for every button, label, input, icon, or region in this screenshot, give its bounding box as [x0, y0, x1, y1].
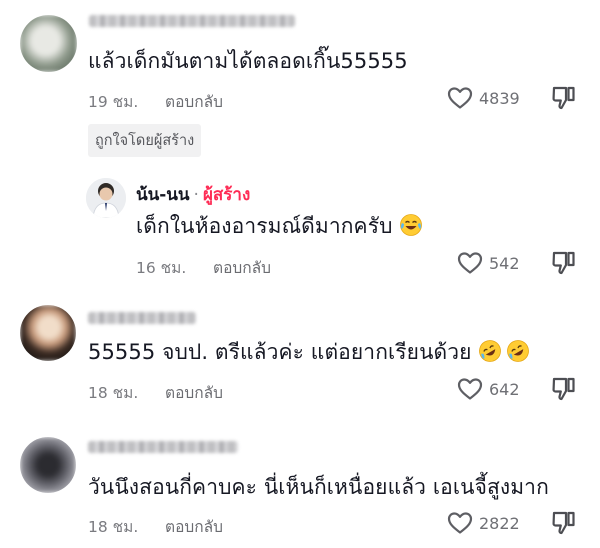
- rolling-on-floor-laughing-emoji: [507, 340, 530, 362]
- reply-button[interactable]: ตอบกลับ: [165, 380, 223, 405]
- rolling-on-floor-laughing-emoji: [479, 340, 502, 362]
- like-count: 642: [489, 379, 520, 399]
- creator-avatar-image: [86, 178, 126, 218]
- reply-text: เด็กในห้องอารมณ์ดีมากครับ: [136, 214, 393, 238]
- tears-of-joy-emoji: [400, 214, 423, 236]
- heart-outline-icon: [457, 252, 483, 274]
- like-button[interactable]: 4839: [447, 86, 520, 110]
- reply-text-line: เด็กในห้องอารมณ์ดีมากครับ: [136, 210, 423, 243]
- thumbs-down-icon[interactable]: [551, 85, 577, 111]
- comment-text: แล้วเด็กมันตามได้ตลอดเกิ๊น55555: [88, 49, 408, 73]
- comment-time: 18 ชม.: [88, 384, 139, 402]
- like-count: 4839: [479, 88, 520, 108]
- reply-button[interactable]: ตอบกลับ: [165, 514, 223, 539]
- commenter-name-blurred[interactable]: [88, 312, 196, 324]
- like-count: 2822: [479, 513, 520, 533]
- creator-name-line[interactable]: น้น-นน · ผู้สร้าง: [136, 181, 250, 208]
- heart-outline-icon: [457, 378, 483, 400]
- thumbs-down-icon[interactable]: [551, 376, 577, 402]
- comment-text: 55555 จบป. ตรีแล้วค่ะ แต่อยากเรียนด้วย: [88, 340, 472, 364]
- reply-button[interactable]: ตอบกลับ: [213, 255, 271, 280]
- reply-button[interactable]: ตอบกลับ: [165, 89, 223, 114]
- like-button[interactable]: 2822: [447, 511, 520, 535]
- commenter-avatar[interactable]: [20, 305, 76, 361]
- commenter-avatar[interactable]: [20, 15, 77, 72]
- comment-text: วันนึงสอนกี่คาบคะ นี่เห็นก็เหนื่อยแล้ว เ…: [88, 475, 549, 499]
- creator-tag: ผู้สร้าง: [202, 185, 251, 205]
- separator-dot: ·: [193, 185, 199, 205]
- like-button[interactable]: 642: [457, 377, 520, 401]
- liked-by-creator-badge: ถูกใจโดยผู้สร้าง: [88, 124, 202, 157]
- comment-time: 19 ชม.: [88, 93, 139, 111]
- commenter-name-blurred[interactable]: [89, 15, 295, 27]
- like-count: 542: [489, 253, 520, 273]
- commenter-avatar[interactable]: [20, 437, 76, 493]
- like-button[interactable]: 542: [457, 251, 520, 275]
- creator-avatar[interactable]: [86, 178, 126, 218]
- commenter-name-blurred[interactable]: [88, 441, 238, 453]
- heart-outline-icon: [447, 87, 473, 109]
- thumbs-down-icon[interactable]: [551, 510, 577, 536]
- thumbs-down-icon[interactable]: [551, 250, 577, 276]
- reply-time: 16 ชม.: [136, 259, 187, 277]
- comment-time: 18 ชม.: [88, 518, 139, 536]
- comment-text-line: 55555 จบป. ตรีแล้วค่ะ แต่อยากเรียนด้วย: [88, 336, 530, 369]
- creator-name[interactable]: น้น-นน: [136, 185, 190, 205]
- heart-outline-icon: [447, 512, 473, 534]
